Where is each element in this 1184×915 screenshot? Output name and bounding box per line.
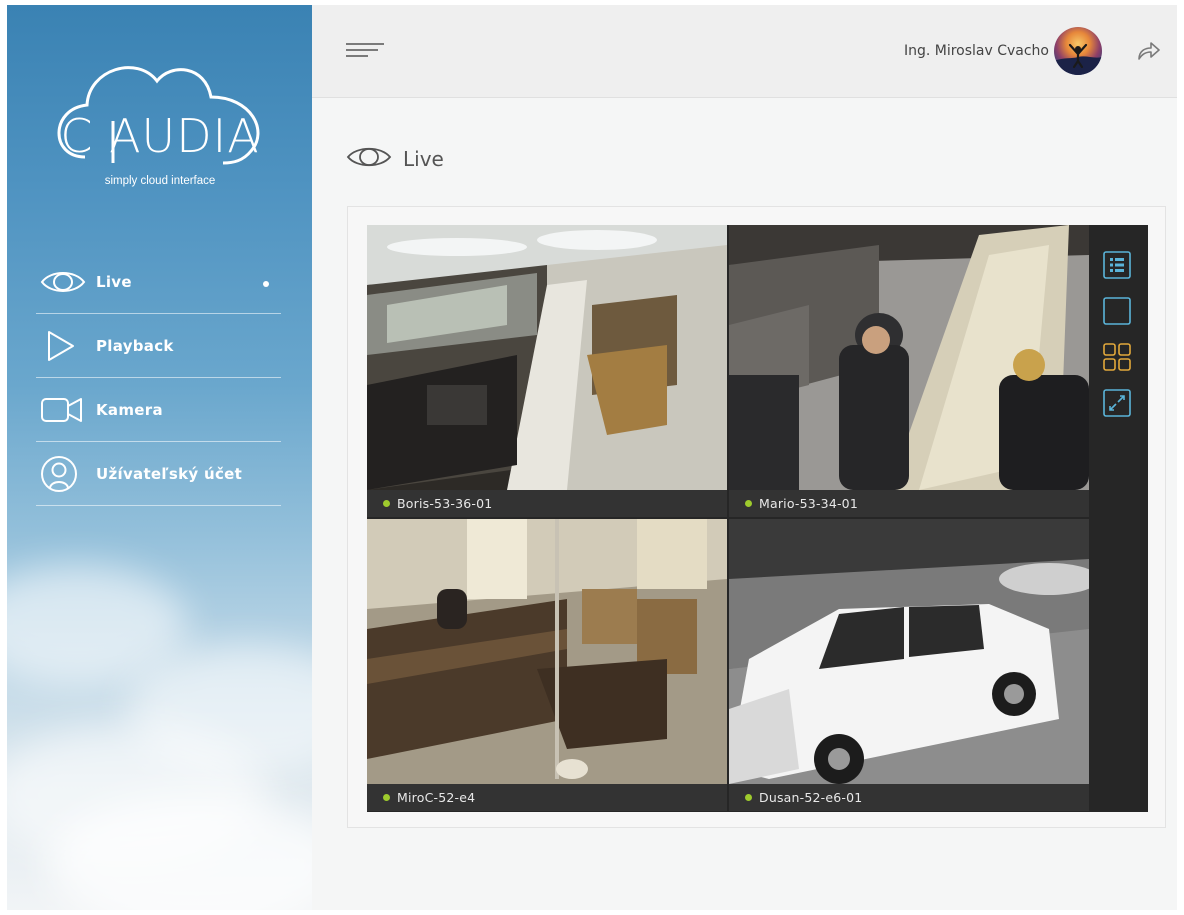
camera-label-bar: Boris-53-36-01 [367,490,727,517]
sidebar-item-label: Užívateľský účet [96,464,243,483]
camera-label-bar: MiroC-52-e4 [367,784,727,811]
camera-tile[interactable]: Dusan-52-e6-01 [729,519,1089,811]
sidebar-item-kamera[interactable]: Kamera [36,378,281,442]
camera-icon [36,390,96,430]
page-title-text: Live [403,147,444,171]
status-online-indicator [383,500,390,507]
grid-view-icon[interactable] [1101,341,1133,373]
camera-name: MiroC-52-e4 [397,790,476,805]
logout-arrow-icon[interactable] [1135,37,1163,65]
eye-icon [345,143,393,175]
fullscreen-icon[interactable] [1101,387,1133,419]
status-online-indicator [383,794,390,801]
active-indicator [263,281,269,287]
camera-tile[interactable]: MiroC-52-e4 [367,519,727,811]
camera-tile[interactable]: Mario-53-34-01 [729,225,1089,517]
sidebar-item-account[interactable]: Užívateľský účet [36,442,281,506]
video-grid: Boris-53-36-01 Mario-53-34-01 MiroC-52-e… [367,225,1148,812]
camera-feed [729,519,1089,784]
sidebar-nav: Live Playback Kamera Užívateľský účet [36,250,281,506]
app-window: C AUDIA simply cloud interface Live Play… [7,5,1177,910]
live-panel: Boris-53-36-01 Mario-53-34-01 MiroC-52-e… [347,206,1166,828]
camera-name: Dusan-52-e6-01 [759,790,863,805]
top-header: Ing. Miroslav Cvacho [312,5,1177,98]
logo-tagline: simply cloud interface [104,175,216,187]
camera-feed [367,519,727,784]
user-name[interactable]: Ing. Miroslav Cvacho [904,43,1049,59]
status-online-indicator [745,500,752,507]
view-controls [1101,249,1135,433]
claudia-logo[interactable]: C AUDIA simply cloud interface [45,47,275,197]
avatar[interactable] [1054,27,1102,75]
user-icon [36,454,96,494]
camera-feed [367,225,727,490]
sidebar-item-label: Kamera [96,400,163,419]
camera-tile[interactable]: Boris-53-36-01 [367,225,727,517]
status-online-indicator [745,794,752,801]
page-title: Live [345,143,444,175]
sidebar-item-playback[interactable]: Playback [36,314,281,378]
sidebar-item-label: Playback [96,336,174,355]
sidebar: C AUDIA simply cloud interface Live Play… [7,5,312,910]
camera-name: Mario-53-34-01 [759,496,858,511]
sidebar-item-live[interactable]: Live [36,250,281,314]
camera-label-bar: Dusan-52-e6-01 [729,784,1089,811]
camera-label-bar: Mario-53-34-01 [729,490,1089,517]
camera-name: Boris-53-36-01 [397,496,493,511]
play-icon [36,326,96,366]
hamburger-icon[interactable] [346,43,384,61]
eye-icon [36,262,96,302]
list-view-icon[interactable] [1101,249,1133,281]
sidebar-item-label: Live [96,272,132,291]
single-view-icon[interactable] [1101,295,1133,327]
camera-feed [729,225,1089,490]
logo-wordmark: C AUDIA [60,109,260,163]
